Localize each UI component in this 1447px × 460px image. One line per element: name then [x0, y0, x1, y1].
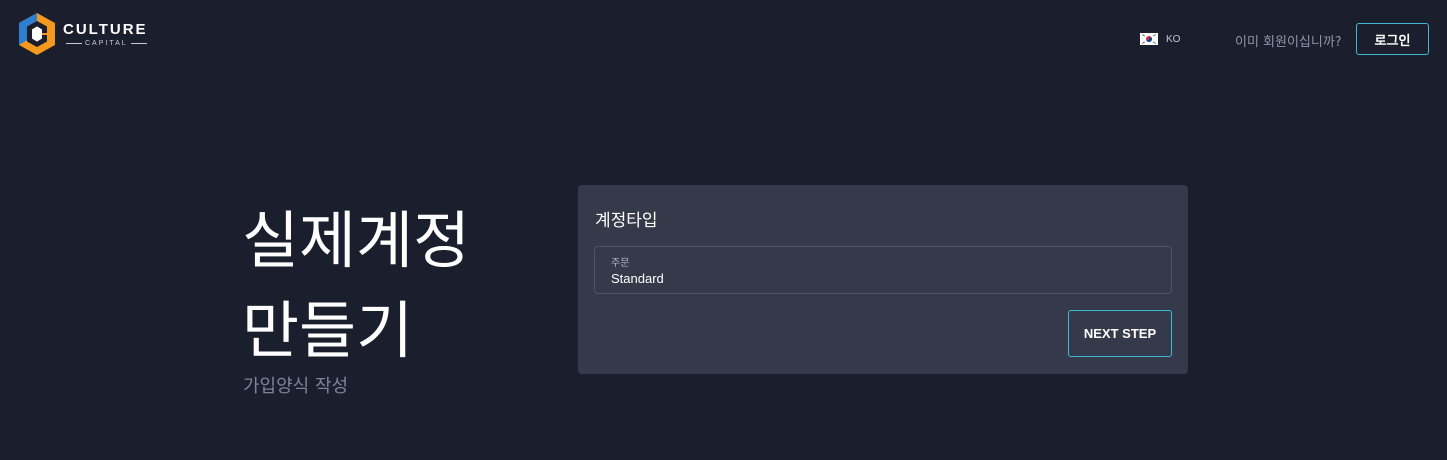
- page-title: 실제계정 만들기: [242, 196, 470, 376]
- already-member-text: 이미 회원이십니까?: [1235, 35, 1342, 50]
- logo-word: CULTURE: [63, 20, 148, 38]
- page: CULTURE CAPITAL KO 이미 회원이십니까? 로그인 실제계정 만…: [0, 0, 1447, 460]
- language-selector[interactable]: KO: [1140, 33, 1180, 45]
- logo-subword-text: CAPITAL: [85, 39, 128, 47]
- logo-hexagon-icon: [19, 13, 55, 55]
- culture-capital-logo[interactable]: CULTURE CAPITAL: [17, 11, 150, 57]
- card-title: 계정타입: [595, 211, 658, 231]
- account-type-label: 주문: [611, 258, 630, 269]
- south-korea-flag-icon: [1140, 33, 1158, 45]
- page-subtitle: 가입양식 작성: [243, 376, 349, 397]
- account-type-card: 계정타입 주문 Standard NEXT STEP: [578, 185, 1188, 374]
- next-step-button[interactable]: NEXT STEP: [1068, 310, 1172, 357]
- page-title-line2: 만들기: [242, 294, 414, 367]
- language-code: KO: [1166, 33, 1181, 45]
- login-button[interactable]: 로그인: [1356, 23, 1429, 55]
- account-type-select[interactable]: 주문 Standard: [594, 246, 1172, 294]
- page-title-line1: 실제계정: [242, 204, 471, 277]
- logo-subword: CAPITAL: [63, 40, 150, 47]
- account-type-value: Standard: [611, 271, 664, 286]
